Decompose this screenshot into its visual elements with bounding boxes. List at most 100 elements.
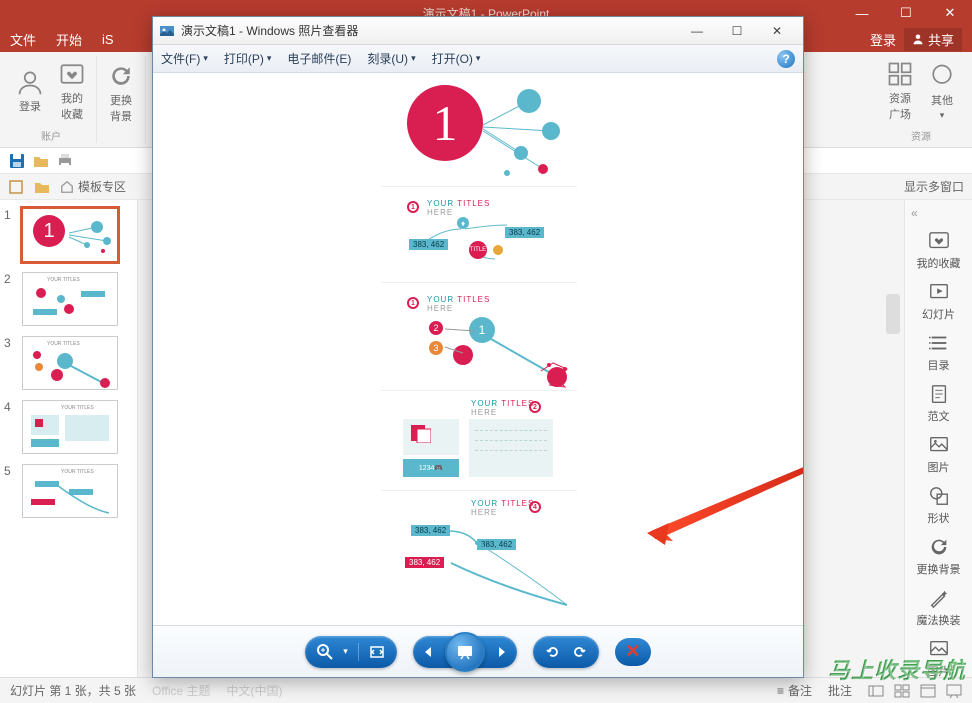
editor-scrollbar[interactable] [886, 294, 900, 334]
chevron-down-icon[interactable]: ▾ [343, 646, 348, 657]
viewer-menu-print[interactable]: 打印(P)▾ [224, 50, 272, 67]
chevron-down-icon: ▾ [411, 53, 416, 64]
delete-x-icon: ✕ [625, 641, 640, 662]
ppt-menu-is[interactable]: iS [102, 32, 114, 47]
thumbnail-2[interactable]: 2 YOUR TITLES [4, 272, 133, 326]
thumbnail-slide: YOUR TITLES [22, 272, 118, 326]
fit-window-button[interactable] [369, 644, 385, 660]
exported-image-strip: 1 1 YOUR [381, 79, 577, 623]
home-icon [60, 180, 74, 194]
view-slideshow-icon[interactable] [946, 683, 962, 699]
play-slideshow-button[interactable] [445, 632, 485, 672]
thumbnail-slide: YOUR TITLES [22, 400, 118, 454]
bullet-1-icon: 1 [407, 201, 419, 213]
ppt-minimize-button[interactable]: — [840, 0, 884, 26]
viewer-close-button[interactable]: ✕ [757, 21, 797, 41]
page-icon[interactable] [8, 179, 24, 195]
save-icon[interactable] [8, 152, 26, 170]
strip-slide-1: 1 [381, 79, 577, 187]
viewer-title-text: 演示文稿1 - Windows 照片查看器 [181, 22, 358, 39]
rp-favorites[interactable]: 我的收藏 [917, 230, 961, 271]
multiwindow-button[interactable]: 显示多窗口 [904, 178, 964, 195]
data-badge: 383, 462 [505, 227, 544, 238]
heart-icon [58, 60, 86, 88]
rp-toc[interactable]: 目录 [927, 332, 951, 373]
list-icon [927, 332, 951, 354]
slide-thumbnails-pane: 1 1 2 YOUR TITLES [0, 200, 138, 677]
content-box-large [469, 419, 553, 477]
rp-images[interactable]: 图片 [927, 434, 951, 475]
rp-change-bg[interactable]: 更换背景 [917, 536, 961, 577]
refresh-icon [927, 536, 951, 558]
wand-icon [927, 587, 951, 609]
thumbnail-5[interactable]: 5 YOUR TITLES [4, 464, 133, 518]
viewer-menu-burn[interactable]: 刻录(U)▾ [367, 50, 415, 67]
rp-pic[interactable]: 图片 [927, 638, 951, 679]
rotate-ccw-button[interactable] [545, 644, 561, 660]
ppt-menu-file[interactable]: 文件 [10, 30, 36, 49]
rotate-cw-button[interactable] [571, 644, 587, 660]
decorative-dots-icon [61, 219, 115, 259]
bullet-4-icon: 4 [529, 501, 541, 513]
thumbnail-3[interactable]: 3 YOUR TITLES [4, 336, 133, 390]
collapse-panel-icon[interactable]: « [911, 206, 918, 220]
status-notes[interactable]: ≡ 备注 [777, 682, 812, 699]
rp-magic[interactable]: 魔法换装 [917, 587, 961, 628]
skip-first-icon [419, 644, 435, 660]
ppt-close-button[interactable]: ✕ [928, 0, 972, 26]
ppt-status-bar: 幻灯片 第 1 张，共 5 张 Office 主题 中文(中国) ≡ 备注 批注 [0, 677, 972, 703]
last-button[interactable] [495, 644, 511, 660]
content-box [403, 419, 459, 455]
view-normal-icon[interactable] [868, 683, 884, 699]
folder-open-icon[interactable] [32, 152, 50, 170]
preview-icon [29, 479, 113, 515]
ribbon-resource-button[interactable]: 资源 广场 [882, 56, 918, 126]
delete-button[interactable]: ✕ [615, 638, 651, 666]
data-badge: 383, 462 [409, 239, 448, 250]
zoom-button[interactable] [317, 644, 333, 660]
status-theme: Office 主题 [152, 682, 210, 699]
grid-icon [886, 60, 914, 88]
chevron-down-icon: ▾ [267, 53, 272, 64]
folder-icon[interactable] [34, 179, 50, 195]
curve-connector-icon [411, 527, 571, 617]
viewer-maximize-button[interactable]: ☐ [717, 21, 757, 41]
ribbon-other-button[interactable]: 其他 ▾ [924, 58, 960, 125]
image-icon [927, 638, 951, 660]
ppt-menu-login[interactable]: 登录 [870, 30, 896, 49]
fit-icon [369, 644, 385, 660]
rp-shapes[interactable]: 形状 [927, 485, 951, 526]
viewer-toolbar: ▾ ✕ [153, 625, 803, 677]
viewer-menu-open[interactable]: 打开(O)▾ [432, 50, 481, 67]
template-area-button[interactable]: 模板专区 [60, 178, 126, 195]
thumbnail-4[interactable]: 4 YOUR TITLES [4, 400, 133, 454]
viewer-minimize-button[interactable]: — [677, 21, 717, 41]
first-button[interactable] [419, 644, 435, 660]
view-reading-icon[interactable] [920, 683, 936, 699]
status-comments[interactable]: 批注 [828, 682, 852, 699]
viewer-menu-file[interactable]: 文件(F)▾ [161, 50, 208, 67]
thumbnail-slide: YOUR TITLES [22, 464, 118, 518]
thumbnail-1[interactable]: 1 1 [4, 208, 133, 262]
ppt-menu-share[interactable]: 共享 [904, 28, 962, 51]
connector-network-icon [441, 323, 577, 389]
person-icon [16, 68, 44, 96]
rp-model[interactable]: 范文 [927, 383, 951, 424]
image-icon [927, 434, 951, 456]
ribbon-group-label-resource: 资源 [911, 128, 931, 143]
ribbon-change-bg-button[interactable]: 更换 背景 [103, 58, 139, 128]
big-number-circle: 1 [407, 85, 483, 161]
print-icon[interactable] [56, 152, 74, 170]
ribbon-login-button[interactable]: 登录 [12, 64, 48, 118]
thumbnail-slide: YOUR TITLES [22, 336, 118, 390]
strip-slide-4: YOUR TITLES HERE 2 1234 🎮 [381, 391, 577, 491]
ribbon-favorites-button[interactable]: 我的 收藏 [54, 56, 90, 126]
viewer-menu-email[interactable]: 电子邮件(E) [287, 50, 351, 67]
rotate-cw-icon [571, 644, 587, 660]
ppt-maximize-button[interactable]: ☐ [884, 0, 928, 26]
view-sorter-icon[interactable] [894, 683, 910, 699]
rp-slideshow[interactable]: 幻灯片 [922, 281, 955, 322]
help-icon[interactable]: ? [777, 50, 795, 68]
ppt-menu-home[interactable]: 开始 [56, 30, 82, 49]
red-arrow-annotation [643, 455, 803, 575]
